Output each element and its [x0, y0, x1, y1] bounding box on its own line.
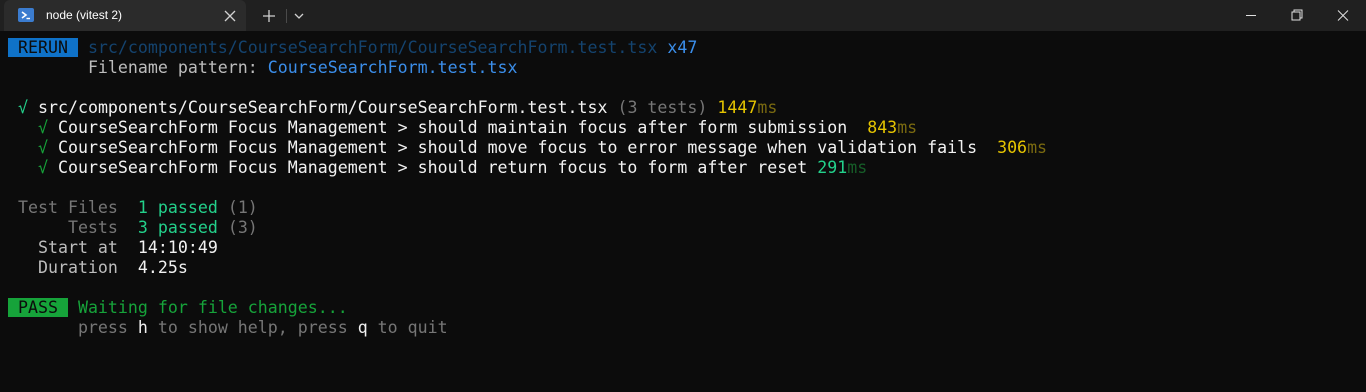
- suite-count: (3 tests): [617, 98, 708, 117]
- check-icon: √: [37, 158, 48, 177]
- terminal-output[interactable]: RERUN src/components/CourseSearchForm/Co…: [0, 31, 1366, 392]
- check-icon: √: [37, 138, 48, 157]
- summary-duration: Duration 4.25s: [8, 258, 188, 278]
- test-name: CourseSearchForm Focus Management > shou…: [57, 158, 808, 177]
- powershell-icon: [18, 8, 34, 22]
- summary-label: Test Files: [18, 198, 118, 217]
- pass-line: PASS Waiting for file changes...: [8, 298, 348, 318]
- test-line: √ CourseSearchForm Focus Management > sh…: [8, 158, 867, 178]
- filename-pattern-line: Filename pattern: CourseSearchForm.test.…: [8, 58, 518, 78]
- tab-title: node (vitest 2): [46, 8, 123, 22]
- help-text: to quit: [367, 318, 448, 337]
- close-window-icon[interactable]: [1320, 0, 1366, 31]
- summary-test-files: Test Files 1 passed (1): [8, 198, 258, 218]
- rerun-badge: RERUN: [8, 38, 78, 57]
- waiting-text: Waiting for file changes...: [77, 298, 348, 317]
- suite-path: src/components/CourseSearchForm/CourseSe…: [38, 98, 608, 117]
- check-icon: √: [18, 98, 28, 117]
- filename-pattern-value: CourseSearchForm.test.tsx: [267, 58, 518, 77]
- plus-icon[interactable]: [258, 5, 280, 27]
- summary-label: Tests: [67, 218, 118, 237]
- rerun-line: RERUN src/components/CourseSearchForm/Co…: [8, 38, 697, 58]
- summary-value: 4.25s: [137, 258, 188, 277]
- help-key-q: q: [357, 318, 368, 337]
- filename-pattern-label: Filename pattern:: [87, 58, 268, 77]
- summary-start: Start at 14:10:49: [8, 238, 218, 258]
- summary-value: 3 passed: [137, 218, 218, 237]
- summary-value: 14:10:49: [137, 238, 218, 257]
- test-time: 843: [867, 118, 898, 137]
- summary-total: (1): [227, 198, 258, 217]
- summary-tests: Tests 3 passed (3): [8, 218, 258, 238]
- summary-label: Start at: [37, 238, 118, 257]
- tab-divider: [286, 9, 287, 23]
- test-time: 291: [817, 158, 848, 177]
- check-icon: √: [37, 118, 48, 137]
- terminal-tab[interactable]: node (vitest 2): [4, 0, 246, 31]
- minimize-icon[interactable]: [1228, 0, 1274, 31]
- test-line: √ CourseSearchForm Focus Management > sh…: [8, 118, 917, 138]
- test-name: CourseSearchForm Focus Management > shou…: [57, 118, 848, 137]
- summary-label: Duration: [37, 258, 118, 277]
- close-icon[interactable]: [220, 6, 240, 26]
- rerun-count: x47: [667, 38, 698, 57]
- chevron-down-icon[interactable]: [288, 5, 310, 27]
- pass-badge: PASS: [8, 298, 68, 317]
- help-line: press h to show help, press q to quit: [8, 318, 448, 338]
- help-key-h: h: [137, 318, 148, 337]
- test-time: 306: [997, 138, 1028, 157]
- suite-line: √ src/components/CourseSearchForm/Course…: [8, 98, 777, 118]
- test-name: CourseSearchForm Focus Management > shou…: [57, 138, 978, 157]
- restore-icon[interactable]: [1274, 0, 1320, 31]
- help-text: to show help, press: [147, 318, 358, 337]
- test-time-unit: ms: [897, 118, 918, 137]
- suite-time: 1447: [717, 98, 758, 117]
- test-time-unit: ms: [847, 158, 868, 177]
- suite-time-unit: ms: [757, 98, 778, 117]
- test-line: √ CourseSearchForm Focus Management > sh…: [8, 138, 1047, 158]
- summary-value: 1 passed: [137, 198, 218, 217]
- summary-total: (3): [227, 218, 258, 237]
- help-text: press: [77, 318, 138, 337]
- test-time-unit: ms: [1027, 138, 1048, 157]
- rerun-file: src/components/CourseSearchForm/CourseSe…: [87, 38, 658, 57]
- title-bar: node (vitest 2): [0, 0, 1366, 31]
